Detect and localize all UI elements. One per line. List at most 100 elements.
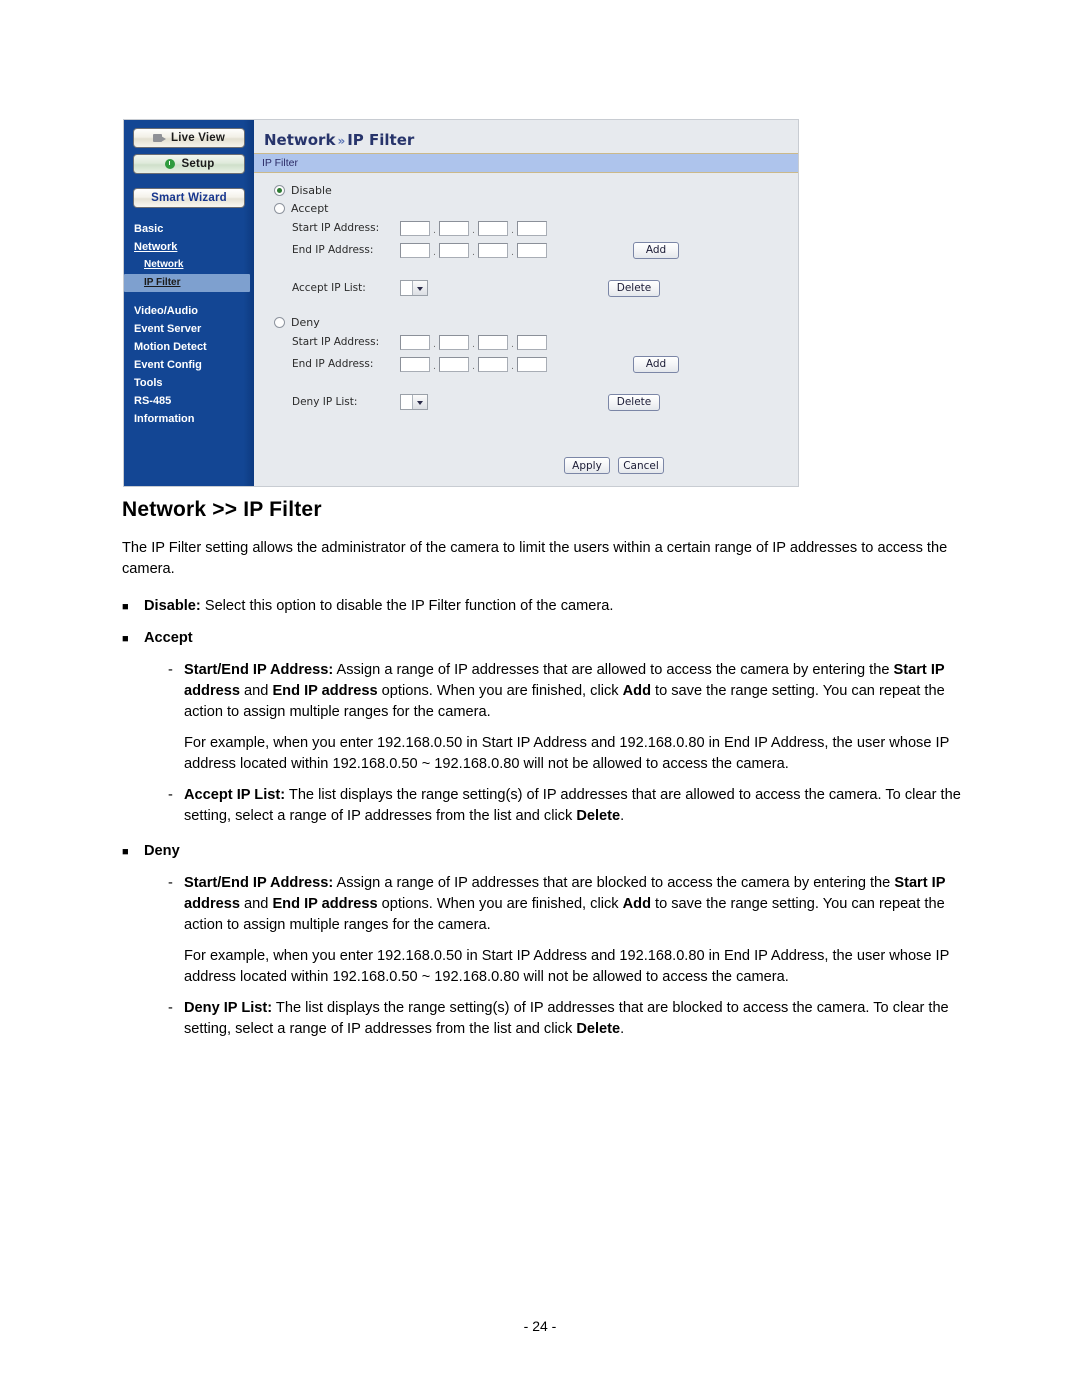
radio-row-accept[interactable]: Accept bbox=[274, 199, 798, 217]
deny-end-ip-octets: . . . bbox=[400, 356, 547, 372]
camera-icon bbox=[152, 132, 166, 144]
sidebar-item-video-audio[interactable]: Video/Audio bbox=[124, 302, 254, 320]
accept-start-octet-4[interactable] bbox=[517, 220, 547, 236]
clock-icon bbox=[164, 158, 177, 170]
sidebar-item-information[interactable]: Information bbox=[124, 410, 254, 428]
accept-sublist: - Start/End IP Address: Assign a range o… bbox=[168, 660, 980, 827]
accept-end-ip-row: End IP Address: . . . Add bbox=[292, 239, 798, 261]
radio-row-deny[interactable]: Deny bbox=[274, 313, 798, 331]
smart-wizard-button[interactable]: Smart Wizard bbox=[133, 188, 245, 208]
accept-start-ip-octets: . . . bbox=[400, 220, 547, 236]
deny-start-octet-1[interactable] bbox=[400, 334, 430, 350]
chevron-down-icon[interactable] bbox=[412, 395, 427, 409]
intro-paragraph: The IP Filter setting allows the adminis… bbox=[122, 540, 948, 577]
rest-3: options. When you are finished, click bbox=[377, 896, 623, 912]
bullet-accept: ■ Accept bbox=[120, 628, 980, 650]
accept-start-ip-label: Start IP Address: bbox=[292, 222, 380, 234]
accept-delete-button[interactable]: Delete bbox=[608, 279, 660, 297]
sidebar-menu: Basic Network Network IP Filter Video/Au… bbox=[124, 220, 254, 428]
accept-ip-list-value bbox=[401, 281, 412, 295]
accept-start-ip-row: Start IP Address: . . . bbox=[292, 217, 798, 239]
sidebar-item-basic[interactable]: Basic bbox=[124, 220, 254, 238]
ip-separator: . bbox=[472, 246, 475, 258]
chevron-down-icon[interactable] bbox=[412, 281, 427, 295]
setup-button[interactable]: Setup bbox=[133, 154, 245, 174]
accept-ip-list-label: Accept IP List: bbox=[292, 282, 366, 294]
ip-filter-form: Disable Accept Start IP Address: . . . E… bbox=[254, 173, 798, 413]
ip-separator: . bbox=[511, 338, 514, 350]
bullet-accept-text: Accept bbox=[144, 628, 980, 650]
deny-end-octet-1[interactable] bbox=[400, 356, 430, 372]
bullet-disable-term: Disable: bbox=[144, 598, 201, 614]
rest-2: . bbox=[620, 808, 625, 824]
sidebar-item-event-config[interactable]: Event Config bbox=[124, 356, 254, 374]
bullet-disable: ■ Disable: Select this option to disable… bbox=[120, 596, 980, 618]
accept-end-octet-2[interactable] bbox=[439, 242, 469, 258]
deny-start-ip-octets: . . . bbox=[400, 334, 547, 350]
sidebar-item-tools[interactable]: Tools bbox=[124, 374, 254, 392]
term: Start/End IP Address: bbox=[184, 875, 334, 891]
dash-bullet-icon: - bbox=[168, 662, 173, 678]
deny-start-end-text: Start/End IP Address: Assign a range of … bbox=[184, 873, 980, 936]
deny-start-ip-label: Start IP Address: bbox=[292, 336, 380, 348]
deny-ip-list-select[interactable] bbox=[400, 394, 428, 410]
bold-2: End IP address bbox=[272, 896, 378, 912]
bold-3: Add bbox=[622, 896, 651, 912]
radio-disable-label: Disable bbox=[291, 183, 332, 197]
deny-start-end-item: - Start/End IP Address: Assign a range o… bbox=[168, 873, 980, 936]
ip-separator: . bbox=[472, 360, 475, 372]
accept-start-octet-1[interactable] bbox=[400, 220, 430, 236]
live-view-button[interactable]: Live View bbox=[133, 128, 245, 148]
square-bullet-icon: ■ bbox=[122, 601, 129, 613]
deny-end-octet-4[interactable] bbox=[517, 356, 547, 372]
deny-start-octet-2[interactable] bbox=[439, 334, 469, 350]
term: Start/End IP Address: bbox=[184, 662, 334, 678]
rest-1: Assign a range of IP addresses that are … bbox=[333, 662, 894, 678]
accept-start-octet-3[interactable] bbox=[478, 220, 508, 236]
sidebar-item-rs485[interactable]: RS-485 bbox=[124, 392, 254, 410]
bullet-accept-term: Accept bbox=[144, 630, 193, 646]
accept-ip-list-select[interactable] bbox=[400, 280, 428, 296]
chevron-right-icon: » bbox=[337, 134, 346, 148]
accept-start-end-item: - Start/End IP Address: Assign a range o… bbox=[168, 660, 980, 723]
accept-end-octet-3[interactable] bbox=[478, 242, 508, 258]
deny-start-ip-row: Start IP Address: . . . bbox=[292, 331, 798, 353]
deny-end-ip-label: End IP Address: bbox=[292, 358, 374, 370]
form-actions: Apply Cancel bbox=[564, 457, 664, 474]
breadcrumb-secondary: IP Filter bbox=[347, 131, 415, 149]
apply-button[interactable]: Apply bbox=[564, 457, 610, 474]
breadcrumb: Network» IP Filter bbox=[254, 120, 798, 153]
radio-row-disable[interactable]: Disable bbox=[274, 181, 798, 199]
deny-end-octet-2[interactable] bbox=[439, 356, 469, 372]
deny-start-octet-3[interactable] bbox=[478, 334, 508, 350]
deny-ip-list-value bbox=[401, 395, 412, 409]
accept-end-octet-4[interactable] bbox=[517, 242, 547, 258]
accept-ip-list-item: - Accept IP List: The list displays the … bbox=[168, 785, 980, 827]
rest-1: The list displays the range setting(s) o… bbox=[184, 787, 961, 824]
accept-end-octet-1[interactable] bbox=[400, 242, 430, 258]
radio-disable[interactable] bbox=[274, 184, 285, 196]
breadcrumb-primary: Network bbox=[264, 131, 336, 149]
deny-ip-list-item: - Deny IP List: The list displays the ra… bbox=[168, 998, 980, 1040]
accept-ip-list-row: Accept IP List: Delete bbox=[292, 277, 798, 299]
sidebar-subitem-ip-filter[interactable]: IP Filter bbox=[124, 274, 250, 292]
cancel-button[interactable]: Cancel bbox=[618, 457, 664, 474]
radio-deny[interactable] bbox=[274, 316, 285, 328]
sidebar-subitem-network[interactable]: Network bbox=[124, 256, 254, 274]
live-view-label: Live View bbox=[170, 132, 225, 144]
section-band: IP Filter bbox=[254, 153, 798, 173]
page-title: Network >> IP Filter bbox=[122, 498, 322, 521]
accept-start-octet-2[interactable] bbox=[439, 220, 469, 236]
page-number: - 24 - bbox=[523, 1318, 557, 1334]
deny-add-button[interactable]: Add bbox=[633, 355, 679, 373]
deny-start-octet-4[interactable] bbox=[517, 334, 547, 350]
deny-delete-button[interactable]: Delete bbox=[608, 393, 660, 411]
sidebar-item-motion-detect[interactable]: Motion Detect bbox=[124, 338, 254, 356]
accept-add-button[interactable]: Add bbox=[633, 241, 679, 259]
document-body: Network >> IP Filter The IP Filter setti… bbox=[120, 498, 980, 1046]
sidebar-item-event-server[interactable]: Event Server bbox=[124, 320, 254, 338]
radio-accept[interactable] bbox=[274, 202, 285, 214]
bold-1: Delete bbox=[576, 808, 621, 824]
deny-end-octet-3[interactable] bbox=[478, 356, 508, 372]
sidebar-item-network[interactable]: Network bbox=[124, 238, 254, 256]
